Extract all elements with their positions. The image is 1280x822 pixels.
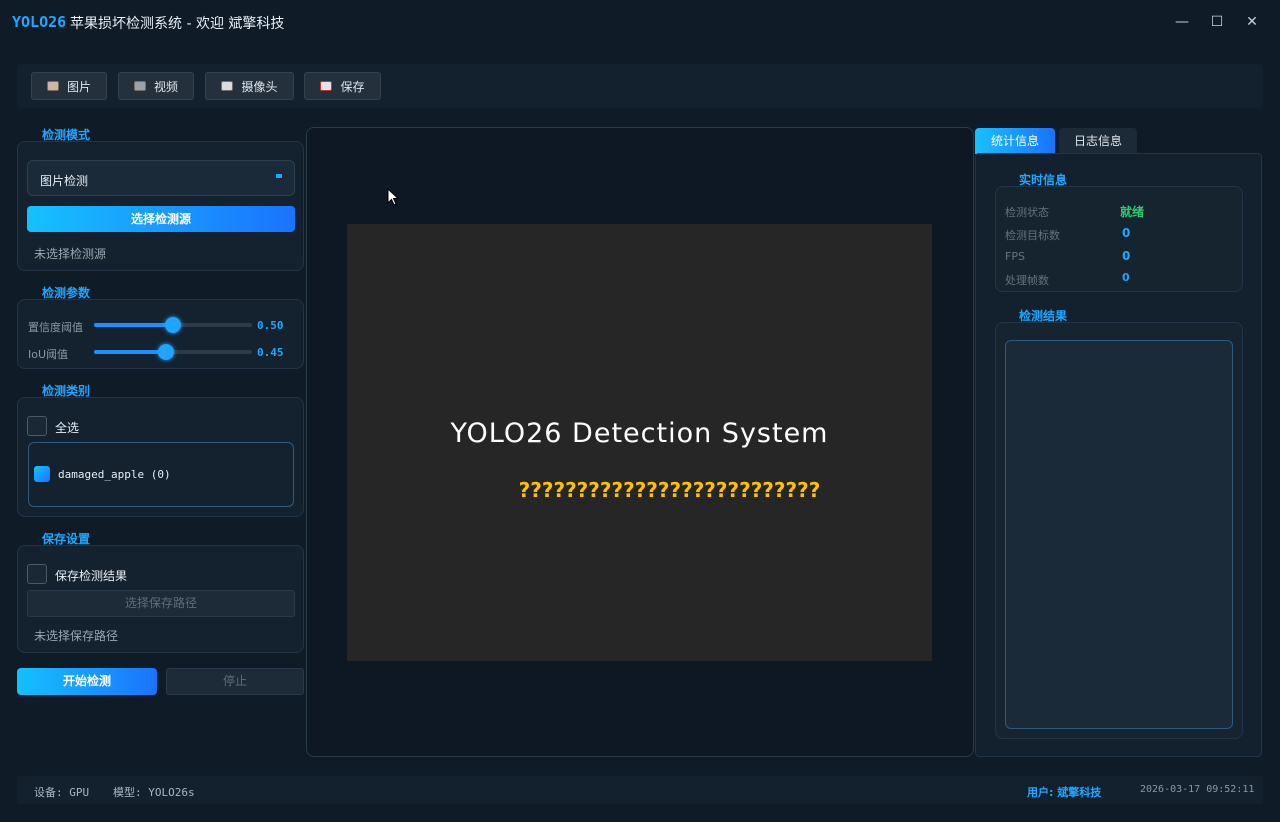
frames-label: 处理帧数 (1005, 274, 1049, 287)
confidence-slider-handle[interactable] (165, 317, 181, 333)
save-button-label: 保存 (340, 79, 365, 94)
maximize-button[interactable]: ☐ (1205, 10, 1229, 34)
source-status: 未选择检测源 (34, 247, 107, 261)
targets-label: 检测目标数 (1005, 229, 1060, 242)
select-all-checkbox[interactable] (27, 416, 47, 436)
save-results-label: 保存检测结果 (55, 569, 128, 583)
select-source-button[interactable]: 选择检测源 (27, 206, 295, 232)
mode-select[interactable]: 图片检测 (27, 160, 295, 196)
video-button[interactable]: 视频 (118, 72, 194, 100)
confidence-slider-fill (94, 323, 173, 327)
camera-button[interactable]: 摄像头 (205, 72, 294, 100)
datetime: 2026-03-17 09:52:11 (1140, 784, 1255, 795)
select-all-label: 全选 (55, 421, 80, 435)
minimize-button[interactable]: — (1170, 10, 1194, 34)
mouse-cursor-icon (387, 188, 399, 206)
choose-path-button[interactable]: 选择保存路径 (27, 590, 295, 617)
fps-label: FPS (1005, 250, 1025, 263)
image-button[interactable]: 图片 (31, 72, 107, 100)
path-status: 未选择保存路径 (34, 629, 119, 643)
tab-stats[interactable]: 统计信息 (975, 128, 1055, 154)
image-icon (46, 81, 59, 91)
save-icon (320, 81, 333, 91)
frames-value: 0 (1122, 271, 1130, 284)
stop-button[interactable]: 停止 (166, 668, 304, 695)
iou-label: IoU阈值 (28, 348, 69, 361)
tab-log[interactable]: 日志信息 (1059, 128, 1137, 154)
camera-button-label: 摄像头 (241, 79, 278, 94)
class-item-label: damaged_apple (0) (58, 468, 171, 481)
class-checkbox[interactable] (34, 466, 50, 482)
image-button-label: 图片 (66, 79, 91, 94)
device-info: 设备: GPU (34, 786, 90, 799)
canvas-title: YOLO26 Detection System (450, 418, 829, 449)
status-label: 检测状态 (1005, 206, 1049, 219)
video-button-label: 视频 (153, 79, 178, 94)
iou-value: 0.45 (257, 346, 284, 359)
window-title: 苹果损坏检测系统 - 欢迎 斌擎科技 (70, 16, 285, 32)
start-detection-button[interactable]: 开始检测 (17, 668, 157, 695)
app-name: YOLO26 (12, 13, 67, 31)
results-list[interactable] (1005, 340, 1233, 729)
save-button[interactable]: 保存 (304, 72, 381, 100)
dropdown-arrow-icon (276, 174, 282, 178)
iou-slider-fill (94, 350, 165, 354)
user-info: 用户: 斌擎科技 (1027, 786, 1102, 799)
mode-select-value: 图片检测 (40, 174, 89, 188)
canvas-subtitle: ?????????????????????????? (518, 478, 821, 502)
confidence-value: 0.50 (257, 319, 284, 332)
camera-icon (221, 81, 234, 91)
close-button[interactable]: ✕ (1240, 10, 1264, 34)
save-results-checkbox[interactable] (27, 564, 47, 584)
model-info: 模型: YOLO26s (113, 786, 195, 799)
confidence-label: 置信度阈值 (28, 321, 83, 334)
toolbar (17, 64, 1263, 108)
iou-slider-handle[interactable] (158, 344, 174, 360)
fps-value: 0 (1122, 249, 1131, 263)
status-value: 就绪 (1120, 205, 1145, 219)
targets-value: 0 (1122, 226, 1131, 240)
video-icon (133, 81, 146, 91)
